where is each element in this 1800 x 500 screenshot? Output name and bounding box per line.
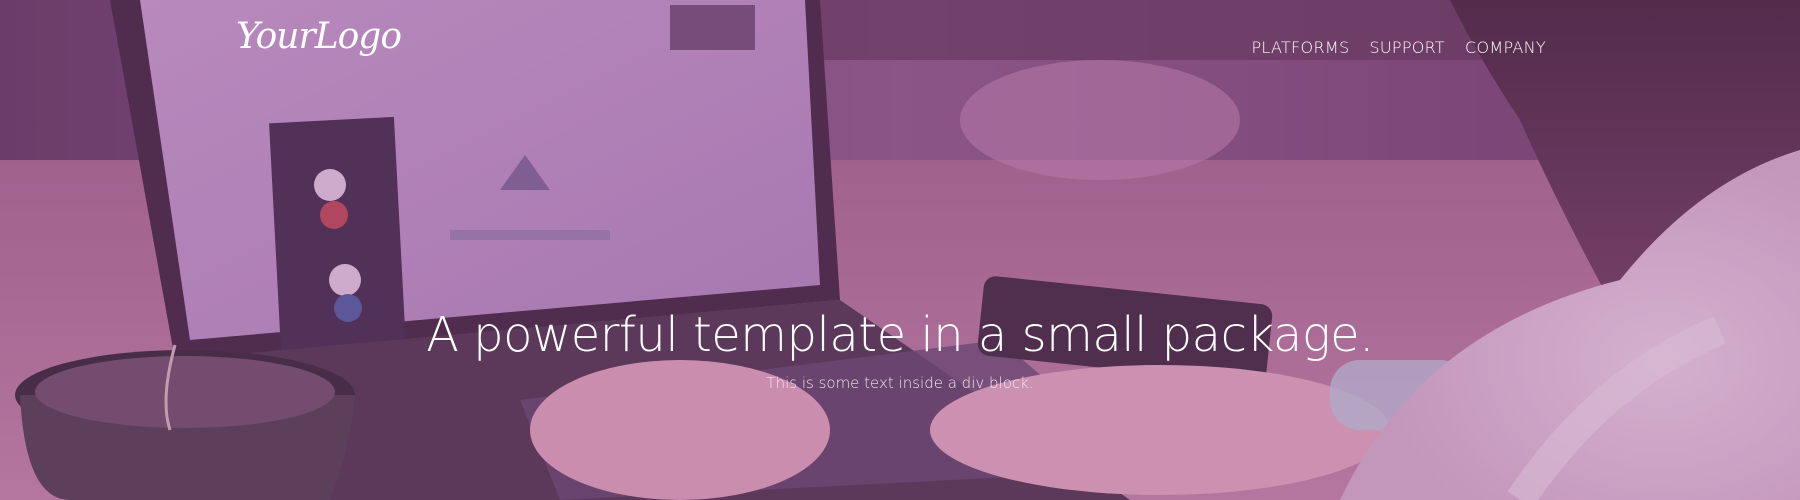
hero-section: YourLogo PLATFORMS SUPPORT COMPANY A pow… <box>0 0 1800 500</box>
nav-link-platforms[interactable]: PLATFORMS <box>1241 38 1359 57</box>
navbar: YourLogo PLATFORMS SUPPORT COMPANY <box>0 0 1800 90</box>
nav-menu: PLATFORMS SUPPORT COMPANY <box>1241 38 1556 57</box>
brand-logo[interactable]: YourLogo <box>236 16 402 57</box>
hero-subtext: This is some text inside a div block. <box>766 374 1034 392</box>
hero-content: A powerful template in a small package. … <box>0 300 1800 392</box>
nav-link-support[interactable]: SUPPORT <box>1359 38 1455 57</box>
hero-heading: A powerful template in a small package. <box>426 307 1374 363</box>
nav-link-company[interactable]: COMPANY <box>1455 38 1556 57</box>
